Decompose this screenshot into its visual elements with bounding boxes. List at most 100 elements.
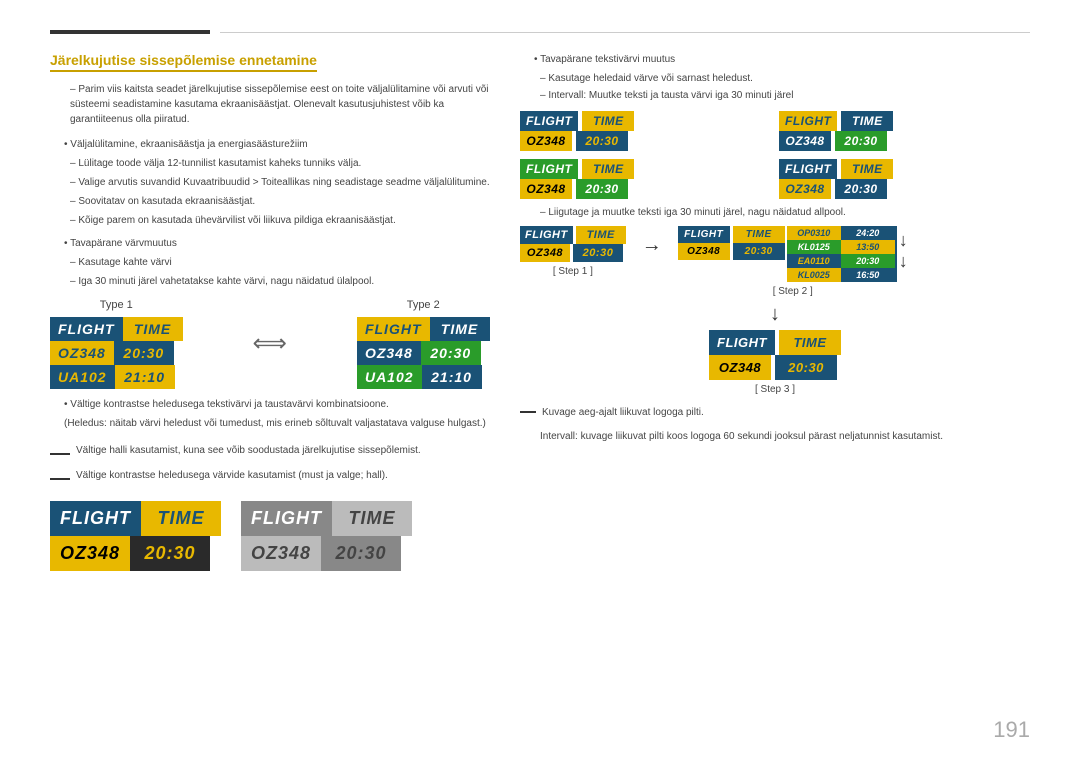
intro-text: Parim viis kaitsta seadet järelkujutise …	[50, 82, 490, 127]
s3-flight: FLIGHT	[709, 330, 775, 355]
s1-time: TIME	[576, 226, 626, 244]
bw-gray-header: FLIGHT TIME	[241, 501, 412, 536]
type1-header-time: TIME	[123, 317, 183, 341]
s2-l4-time: 16:50	[841, 268, 895, 282]
gw1-data: OZ348 20:30	[520, 131, 771, 151]
down-arrow-2: ↓	[899, 251, 908, 272]
step2-block: FLIGHT TIME OZ348 20:30	[678, 226, 908, 297]
steps-section: Liigutage ja muutke teksti iga 30 minuti…	[520, 207, 1030, 444]
widget-grid: FLIGHT TIME OZ348 20:30 FLIGHT	[520, 111, 1030, 199]
s3-ftime: 20:30	[775, 355, 837, 380]
s2-line-4: KL0025 16:50	[787, 268, 897, 282]
bw-gray-flight-label: FLIGHT	[241, 501, 332, 536]
step2-widget-container: FLIGHT TIME OZ348 20:30	[678, 226, 908, 282]
s2-line-3: EA0110 20:30	[787, 254, 897, 268]
gw2-header: FLIGHT TIME	[779, 111, 1030, 131]
left-column: Järelkujutise sissepõlemise ennetamine P…	[50, 52, 490, 743]
right-bullet-1: Tavapärane tekstivärvi muutus	[520, 52, 1030, 67]
type1-ua-code: UA102	[50, 365, 115, 389]
type1-oz-row: OZ348 20:30	[50, 341, 183, 365]
step1-block: FLIGHT TIME OZ348 20:30 [ Step 1 ]	[520, 226, 626, 277]
footer-dash-text: Kuvage aeg-ajalt liikuvat logoga pilti.	[542, 405, 704, 420]
s3-data: OZ348 20:30	[709, 355, 841, 380]
s2-h: FLIGHT TIME	[678, 226, 785, 243]
step3-section: ↓ FLIGHT TIME OZ348 20:30 [ St	[520, 303, 1030, 395]
gw3-data: OZ348 20:30	[520, 179, 771, 199]
s1-code: OZ348	[520, 244, 570, 262]
bottom-widgets: FLIGHT TIME OZ348 20:30 FLIGHT TIME	[50, 501, 490, 571]
s2-l3-time: 20:30	[841, 254, 895, 268]
gw4-header: FLIGHT TIME	[779, 159, 1030, 179]
step1-widget: FLIGHT TIME OZ348 20:30	[520, 226, 626, 262]
sub-bullet-2-1: Kasutage kahte värvi	[50, 255, 490, 270]
gw1-time: TIME	[582, 111, 634, 131]
steps-intro: Liigutage ja muutke teksti iga 30 minuti…	[520, 207, 1030, 218]
type1-widget: FLIGHT TIME OZ348 20:30 UA102 21:10	[50, 317, 183, 389]
footer-rule	[520, 411, 536, 413]
footer-text: Intervall: kuvage liikuvat pilti koos lo…	[520, 429, 1030, 444]
s3-code: OZ348	[709, 355, 771, 380]
gw2-data: OZ348 20:30	[779, 131, 1030, 151]
type2-oz-time: 20:30	[421, 341, 481, 365]
s3-header: FLIGHT TIME	[709, 330, 841, 355]
s2-d: OZ348 20:30	[678, 243, 785, 260]
gw3-flight: FLIGHT	[520, 159, 578, 179]
s2-l1-time: 24:20	[841, 226, 895, 240]
s3-time: TIME	[779, 330, 841, 355]
sub-bullet-1-3: Soovitatav on kasutada ekraanisäästjat.	[50, 194, 490, 209]
step2-label: [ Step 2 ]	[773, 286, 813, 297]
content-area: Järelkujutise sissepõlemise ennetamine P…	[50, 52, 1030, 743]
bottom-widget-black: FLIGHT TIME OZ348 20:30	[50, 501, 221, 571]
type2-label: Type 2	[407, 299, 440, 311]
gw3-header: FLIGHT TIME	[520, 159, 771, 179]
sub-bullet-2-2: Iga 30 minuti järel vahetatakse kahte vä…	[50, 274, 490, 289]
page: Järelkujutise sissepõlemise ennetamine P…	[0, 0, 1080, 763]
right-sub-1: Kasutage heledaid värve või sarnast hele…	[520, 71, 1030, 86]
s2-l2-time: 13:50	[841, 240, 895, 254]
type1-oz-time: 20:30	[114, 341, 174, 365]
gw2-flight: FLIGHT	[779, 111, 837, 131]
type1-oz-code: OZ348	[50, 341, 114, 365]
bw-gray-oz-code: OZ348	[241, 536, 321, 571]
page-number: 191	[993, 717, 1030, 743]
contrast-bullet-1: Vältige kontrastse heledusega tekstivärv…	[50, 397, 490, 412]
type2-oz-row: OZ348 20:30	[357, 341, 490, 365]
steps-row-1-2: FLIGHT TIME OZ348 20:30 [ Step 1 ]	[520, 226, 1030, 297]
gw4-flight: FLIGHT	[779, 159, 837, 179]
type2-block: Type 2 FLIGHT TIME OZ348 20:30 UA102 21:	[357, 299, 490, 389]
bw-black-time-label: TIME	[141, 501, 221, 536]
step3-widget: FLIGHT TIME OZ348 20:30	[709, 330, 841, 380]
s1-flight: FLIGHT	[520, 226, 573, 244]
top-rules	[50, 30, 1030, 34]
bottom-widget-gray: FLIGHT TIME OZ348 20:30	[241, 501, 412, 571]
s2-ft: 20:30	[733, 243, 785, 260]
gw3-code: OZ348	[520, 179, 572, 199]
step2-left: FLIGHT TIME OZ348 20:30	[678, 226, 785, 282]
down-arrow-1: ↓	[899, 230, 908, 251]
type2-header-flight: FLIGHT	[357, 317, 430, 341]
type2-header-time: TIME	[430, 317, 490, 341]
gw4-data: OZ348 20:30	[779, 179, 1030, 199]
sub-bullet-1-1: Lülitage toode välja 12-tunnilist kasuta…	[50, 156, 490, 171]
step2-multiline: OP0310 24:20 KL0125 13:50 EA0110 20:30	[787, 226, 897, 282]
step3-label: [ Step 3 ]	[755, 384, 795, 395]
gw2-ftime: 20:30	[835, 131, 887, 151]
type2-ua-time: 21:10	[422, 365, 482, 389]
right-column: Tavapärane tekstivärvi muutus Kasutage h…	[520, 52, 1030, 743]
gw1-flight: FLIGHT	[520, 111, 578, 131]
s2-line-1: OP0310 24:20	[787, 226, 897, 240]
type1-block: Type 1 FLIGHT TIME OZ348 20:30 UA102 21:	[50, 299, 183, 389]
right-sub-2: Intervall: Muutke teksti ja tausta värvi…	[520, 88, 1030, 103]
s2-co: OZ348	[678, 243, 730, 260]
double-arrow: ⟺	[243, 299, 297, 358]
gw2-time: TIME	[841, 111, 893, 131]
grid-widget-3: FLIGHT TIME OZ348 20:30	[520, 159, 771, 199]
gw3-ftime: 20:30	[576, 179, 628, 199]
warning-line-1: Vältige halli kasutamist, kuna see võib …	[76, 443, 421, 458]
s1-data: OZ348 20:30	[520, 244, 626, 262]
s2-l1-code: OP0310	[787, 226, 841, 240]
type2-header-row: FLIGHT TIME	[357, 317, 490, 341]
gw1-ftime: 20:30	[576, 131, 628, 151]
s1-ftime: 20:30	[573, 244, 623, 262]
bw-black-flight-label: FLIGHT	[50, 501, 141, 536]
